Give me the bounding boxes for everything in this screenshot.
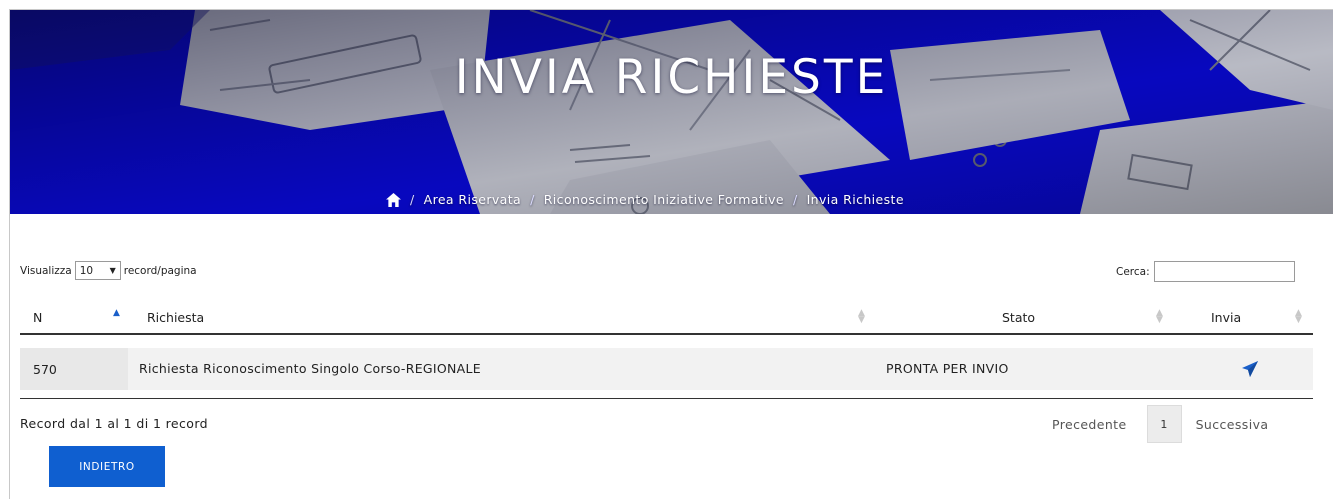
row-number: 570 bbox=[33, 361, 57, 377]
table-row: 570 Richiesta Riconoscimento Singolo Cor… bbox=[20, 348, 1313, 390]
pagination-page-1[interactable]: 1 bbox=[1146, 405, 1182, 443]
sort-both-icon[interactable]: ▲ ▼ bbox=[1295, 309, 1302, 325]
send-icon[interactable] bbox=[1242, 361, 1258, 377]
cell-stato: PRONTA PER INVIO bbox=[886, 361, 1009, 376]
column-header-stato[interactable]: Stato bbox=[1002, 310, 1035, 325]
breadcrumb-separator: / bbox=[410, 192, 415, 207]
sort-asc-icon[interactable]: ▲ bbox=[113, 309, 120, 318]
page-length-control: Visualizza 10 ▼ record/pagina bbox=[20, 261, 197, 280]
column-header-n[interactable]: N bbox=[33, 310, 42, 325]
pagination: Precedente 1 Successiva bbox=[1052, 404, 1268, 444]
search-label: Cerca: bbox=[1116, 265, 1150, 278]
cell-n: 570 bbox=[20, 348, 128, 390]
sort-both-icon[interactable]: ▲ ▼ bbox=[1156, 309, 1163, 325]
length-prefix-label: Visualizza bbox=[20, 264, 72, 277]
table-bottom-border bbox=[20, 398, 1313, 399]
breadcrumb-riconoscimento[interactable]: Riconoscimento Iniziative Formative bbox=[544, 192, 784, 207]
page-length-value: 10 bbox=[79, 264, 94, 277]
sort-both-icon[interactable]: ▲ ▼ bbox=[858, 309, 865, 325]
breadcrumb: / Area Riservata / Riconoscimento Inizia… bbox=[386, 192, 904, 207]
page-title: INVIA RICHIESTE bbox=[454, 50, 889, 105]
breadcrumb-separator: / bbox=[530, 192, 535, 207]
hero-banner: INVIA RICHIESTE / Area Riservata / Ricon… bbox=[10, 10, 1333, 214]
table-info: Record dal 1 al 1 di 1 record bbox=[20, 416, 208, 431]
search-input[interactable] bbox=[1153, 261, 1295, 282]
page-length-select[interactable]: 10 ▼ bbox=[74, 261, 121, 280]
breadcrumb-separator: / bbox=[792, 192, 798, 207]
breadcrumb-current: Invia Richieste bbox=[806, 192, 904, 207]
breadcrumb-area-riservata[interactable]: Area Riservata bbox=[424, 192, 521, 207]
pagination-next[interactable]: Successiva bbox=[1196, 417, 1269, 432]
pagination-previous[interactable]: Precedente bbox=[1052, 417, 1127, 432]
column-header-invia[interactable]: Invia bbox=[1211, 310, 1241, 325]
length-suffix-label: record/pagina bbox=[123, 264, 197, 277]
hero-background-image bbox=[10, 10, 1333, 214]
back-button[interactable]: INDIETRO bbox=[49, 446, 165, 487]
chevron-down-icon: ▼ bbox=[109, 266, 116, 275]
home-icon[interactable] bbox=[386, 192, 401, 207]
table-header: N ▲ Richiesta ▲ ▼ Stato ▲ ▼ Invia ▲ ▼ bbox=[20, 302, 1313, 335]
cell-richiesta: Richiesta Riconoscimento Singolo Corso-R… bbox=[139, 361, 481, 376]
search-control: Cerca: bbox=[1116, 261, 1295, 282]
page: INVIA RICHIESTE / Area Riservata / Ricon… bbox=[0, 0, 1333, 499]
column-header-richiesta[interactable]: Richiesta bbox=[147, 310, 204, 325]
